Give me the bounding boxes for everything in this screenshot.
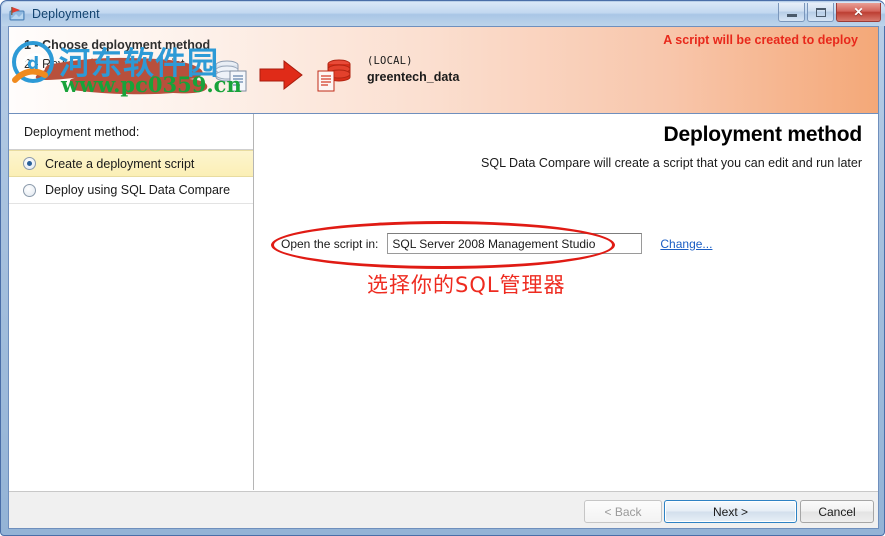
- deployment-flow-icons: [214, 55, 356, 95]
- deployment-method-sidebar: Deployment method: Create a deployment s…: [9, 114, 254, 490]
- cancel-button[interactable]: Cancel: [800, 500, 874, 523]
- brush-stroke-redaction: [31, 49, 226, 97]
- application-window: Deployment ✕ 1 - Choose deployment metho…: [0, 0, 885, 536]
- database-source-icon: [214, 55, 250, 95]
- annotation-caption: 选择你的SQL管理器: [367, 273, 566, 297]
- target-server-name: (LOCAL): [367, 55, 413, 67]
- sidebar-header-label: Deployment method:: [9, 114, 253, 150]
- minimize-button[interactable]: [778, 3, 805, 22]
- next-button[interactable]: Next >: [664, 500, 797, 523]
- title-bar[interactable]: Deployment ✕: [2, 2, 885, 26]
- deployment-icon: [9, 6, 25, 22]
- script-editor-input[interactable]: [387, 233, 643, 254]
- open-script-in-label: Open the script in:: [281, 236, 379, 251]
- wizard-banner: 1 - Choose deployment method 2 - Review …: [9, 27, 878, 114]
- radio-unselected-icon: [23, 183, 36, 197]
- database-target-icon: [314, 55, 356, 95]
- deployment-target-label: (LOCAL) greentech_data: [367, 53, 459, 85]
- close-icon: ✕: [853, 5, 864, 19]
- banner-warning-text: A script will be created to deploy: [663, 33, 858, 47]
- sidebar-item-create-script[interactable]: Create a deployment script: [9, 150, 253, 177]
- change-link[interactable]: Change...: [660, 237, 712, 251]
- content-pane: Deployment method SQL Data Compare will …: [255, 114, 878, 490]
- back-button[interactable]: < Back: [584, 500, 662, 523]
- page-title: Deployment method: [663, 123, 863, 146]
- radio-selected-icon: [23, 157, 36, 170]
- sidebar-item-label: Create a deployment script: [45, 156, 195, 171]
- minimize-icon: [786, 13, 797, 17]
- window-controls: ✕: [778, 3, 881, 22]
- open-script-in-row: Open the script in: Change...: [281, 233, 712, 254]
- page-subtitle: SQL Data Compare will create a script th…: [481, 156, 862, 170]
- window-title: Deployment: [32, 7, 100, 21]
- client-area: 1 - Choose deployment method 2 - Review …: [8, 26, 879, 529]
- target-database-name: greentech_data: [367, 70, 460, 84]
- arrow-right-icon: [258, 58, 304, 92]
- maximize-button[interactable]: [807, 3, 834, 22]
- sidebar-item-deploy-compare[interactable]: Deploy using SQL Data Compare: [9, 177, 253, 204]
- maximize-icon: [815, 7, 826, 17]
- sidebar-item-label: Deploy using SQL Data Compare: [45, 183, 231, 197]
- close-button[interactable]: ✕: [836, 3, 881, 22]
- wizard-footer: < Back Next > Cancel: [9, 491, 878, 528]
